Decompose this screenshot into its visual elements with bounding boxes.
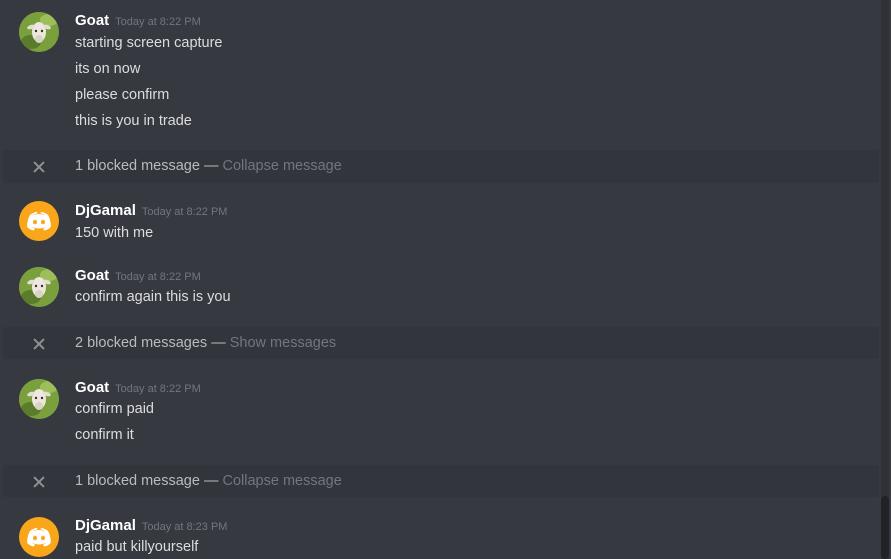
message-group: Goat Today at 8:22 PM confirm again this … (3, 247, 879, 327)
discord-logo-icon[interactable] (19, 517, 59, 557)
message-text: starting screen capture (75, 35, 223, 51)
message-text: confirm paid (75, 401, 154, 417)
message-timestamp: Today at 8:23 PM (141, 521, 228, 533)
message-author[interactable]: Goat Today at 8:22 PM (75, 267, 201, 284)
message-text: please confirm (75, 87, 170, 103)
blocked-count: 2 blocked messages (75, 335, 208, 351)
message-author[interactable]: Goat Today at 8:22 PM (75, 12, 201, 29)
message-text: confirm again this is you (75, 289, 231, 305)
blocked-messages-text: 1 blocked message — Collapse message (75, 473, 342, 489)
close-icon (33, 338, 45, 350)
message-text: paid but killyourself (75, 539, 199, 555)
blocked-count: 1 blocked message (75, 473, 200, 489)
message-text: confirm it (75, 427, 134, 443)
blocked-messages-text: 2 blocked messages — Show messages (75, 335, 336, 351)
close-icon (33, 161, 45, 173)
close-icon (33, 476, 45, 488)
goat-avatar-image (19, 379, 59, 419)
separator: — (203, 158, 219, 174)
message-text: 150 with me (75, 225, 154, 241)
blocked-messages-text: 1 blocked message — Collapse message (75, 158, 342, 174)
message-text: its on now (75, 61, 141, 77)
message-timestamp: Today at 8:22 PM (115, 271, 201, 283)
show-messages-link[interactable]: Show messages (230, 335, 336, 351)
scrollbar-thumb[interactable] (881, 496, 889, 559)
collapse-messages-link[interactable]: Collapse message (223, 158, 342, 174)
author-name[interactable]: DjGamal (75, 517, 136, 534)
blocked-count: 1 blocked message (75, 158, 200, 174)
discord-logo-icon[interactable] (19, 201, 59, 241)
goat-avatar-image (19, 267, 59, 307)
message-author[interactable]: DjGamal Today at 8:22 PM (75, 202, 227, 219)
message-text: this is you in trade (75, 113, 192, 129)
message-author[interactable]: Goat Today at 8:22 PM (75, 379, 201, 396)
message-timestamp: Today at 8:22 PM (115, 383, 201, 395)
discord-logo-image (27, 212, 51, 231)
message-group: Goat Today at 8:22 PM confirm paid confir… (3, 359, 879, 465)
message-timestamp: Today at 8:22 PM (115, 16, 201, 28)
author-name[interactable]: Goat (75, 267, 109, 284)
chat-messages: Goat Today at 8:22 PM starting screen cap… (0, 0, 891, 559)
message-author[interactable]: DjGamal Today at 8:23 PM (75, 517, 227, 534)
separator: — (211, 335, 226, 351)
goat-avatar[interactable] (19, 267, 59, 307)
separator: — (203, 473, 219, 489)
message-group: Goat Today at 8:22 PM starting screen cap… (3, 0, 879, 150)
author-name[interactable]: DjGamal (75, 202, 136, 219)
author-name[interactable]: Goat (75, 379, 109, 396)
blocked-messages-bar: 1 blocked message — Collapse message (3, 465, 879, 497)
goat-avatar-image (19, 12, 59, 52)
collapse-messages-link[interactable]: Collapse message (223, 473, 342, 489)
goat-avatar[interactable] (19, 379, 59, 419)
discord-logo-image (27, 528, 51, 547)
author-name[interactable]: Goat (75, 12, 109, 29)
scrollbar-track[interactable] (881, 0, 889, 559)
message-timestamp: Today at 8:22 PM (141, 206, 228, 218)
message-group: DjGamal Today at 8:23 PM paid but killyou… (3, 497, 879, 559)
blocked-messages-bar: 1 blocked message — Collapse message (3, 150, 879, 183)
message-group: DjGamal Today at 8:22 PM 150 with me (3, 183, 879, 247)
goat-avatar[interactable] (19, 12, 59, 52)
blocked-messages-bar: 2 blocked messages — Show messages (3, 327, 879, 359)
